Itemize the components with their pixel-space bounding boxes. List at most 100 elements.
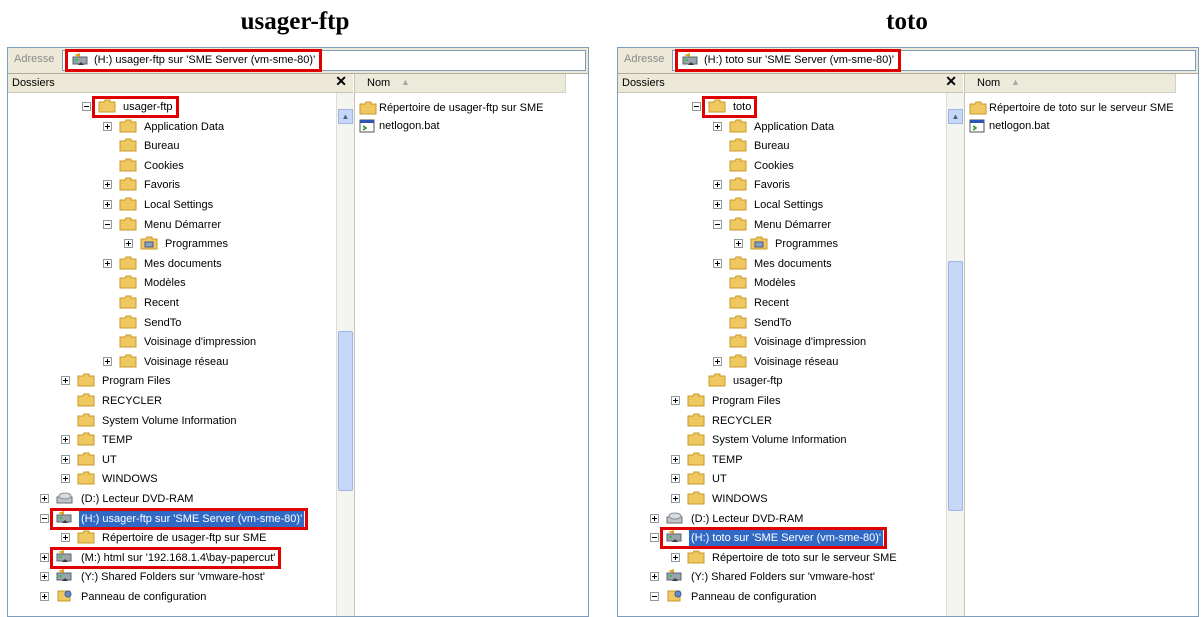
tree-item[interactable]: Local Settings — [103, 196, 336, 214]
tree-item[interactable]: (Y:) Shared Folders sur 'vmware-host' — [650, 568, 946, 586]
tree-item[interactable]: Répertoire de toto sur le serveur SME — [671, 549, 946, 567]
expand-icon[interactable] — [713, 121, 722, 131]
expand-icon[interactable] — [671, 552, 680, 562]
tree-scrollbar[interactable]: ▲ — [336, 93, 354, 616]
tree-item[interactable]: System Volume Information — [61, 412, 336, 430]
expand-icon[interactable] — [734, 239, 743, 249]
collapse-icon[interactable] — [103, 219, 112, 229]
close-icon[interactable]: ✕ — [335, 73, 347, 90]
tree-item[interactable]: (D:) Lecteur DVD-RAM — [650, 510, 946, 528]
scroll-up-icon[interactable]: ▲ — [948, 109, 963, 124]
tree-item[interactable]: (D:) Lecteur DVD-RAM — [40, 490, 336, 508]
collapse-icon[interactable] — [713, 219, 722, 229]
tree-item[interactable]: Program Files — [671, 392, 946, 410]
collapse-icon[interactable] — [650, 533, 659, 543]
tree-item[interactable]: Favoris — [713, 176, 946, 194]
tree-item[interactable]: Bureau — [103, 137, 336, 155]
expand-icon[interactable] — [61, 474, 70, 484]
expand-icon[interactable] — [61, 454, 70, 464]
address-field[interactable]: (H:) toto sur 'SME Server (vm-sme-80)' — [672, 49, 1196, 72]
expand-icon[interactable] — [650, 513, 659, 523]
expand-icon[interactable] — [61, 376, 70, 386]
tree-item[interactable]: Modèles — [713, 274, 946, 292]
tree-item[interactable]: WINDOWS — [671, 490, 946, 508]
expand-icon[interactable] — [713, 200, 722, 209]
tree-item[interactable]: Voisinage réseau — [713, 353, 946, 371]
tree-item[interactable]: Recent — [713, 294, 946, 312]
expand-icon[interactable] — [40, 572, 49, 582]
expand-icon[interactable] — [124, 239, 133, 249]
expand-icon[interactable] — [103, 200, 112, 209]
tree-scrollbar[interactable]: ▲ — [946, 93, 964, 616]
tree-item[interactable]: usager-ftp — [82, 96, 336, 118]
file-item[interactable]: netlogon.bat — [969, 118, 1050, 135]
tree-item[interactable]: Voisinage réseau — [103, 353, 336, 371]
tree-item[interactable]: RECYCLER — [671, 412, 946, 430]
tree-item[interactable]: Panneau de configuration — [40, 588, 336, 606]
tree-item[interactable]: Menu Démarrer — [103, 216, 336, 234]
tree-item[interactable]: Cookies — [103, 157, 336, 175]
scrollbar-thumb[interactable] — [338, 331, 353, 491]
tree-item[interactable]: (Y:) Shared Folders sur 'vmware-host' — [40, 568, 336, 586]
expand-icon[interactable] — [61, 435, 70, 445]
file-item[interactable]: netlogon.bat — [359, 118, 440, 135]
address-field[interactable]: (H:) usager-ftp sur 'SME Server (vm-sme-… — [62, 49, 586, 72]
expand-icon[interactable] — [671, 494, 680, 503]
scroll-up-icon[interactable]: ▲ — [338, 109, 353, 124]
tree-item[interactable]: TEMP — [61, 431, 336, 449]
tree-item[interactable]: (H:) usager-ftp sur 'SME Server (vm-sme-… — [40, 507, 336, 530]
tree-item[interactable]: SendTo — [103, 314, 336, 332]
collapse-icon[interactable] — [692, 102, 701, 111]
tree-item[interactable]: Programmes — [734, 235, 946, 253]
expand-icon[interactable] — [713, 356, 722, 366]
tree-item[interactable]: Voisinage d'impression — [103, 333, 336, 351]
expand-icon[interactable] — [103, 180, 112, 190]
tree-item[interactable]: Local Settings — [713, 196, 946, 214]
expand-icon[interactable] — [40, 592, 49, 601]
tree-item[interactable]: SendTo — [713, 314, 946, 332]
tree-item[interactable]: TEMP — [671, 451, 946, 469]
expand-icon[interactable] — [713, 258, 722, 268]
tree-item[interactable]: Bureau — [713, 137, 946, 155]
expand-icon[interactable] — [103, 356, 112, 366]
file-item[interactable]: Répertoire de toto sur le serveur SME — [969, 100, 1174, 117]
expand-icon[interactable] — [40, 494, 49, 503]
tree-item[interactable]: System Volume Information — [671, 431, 946, 449]
tree-item[interactable]: toto — [692, 96, 946, 118]
collapse-icon[interactable] — [82, 102, 91, 111]
tree-item[interactable]: Modèles — [103, 274, 336, 292]
collapse-icon[interactable] — [40, 513, 49, 523]
column-header-name[interactable]: Nom ▲ — [355, 74, 566, 93]
file-item[interactable]: Répertoire de usager-ftp sur SME — [359, 100, 543, 117]
tree-item[interactable]: Cookies — [713, 157, 946, 175]
tree-item[interactable]: Program Files — [61, 372, 336, 390]
tree-item[interactable]: WINDOWS — [61, 470, 336, 488]
expand-icon[interactable] — [671, 474, 680, 484]
expand-icon[interactable] — [40, 552, 49, 562]
expand-icon[interactable] — [650, 572, 659, 582]
expand-icon[interactable] — [671, 396, 680, 405]
scrollbar-thumb[interactable] — [948, 261, 963, 511]
tree-item[interactable]: Répertoire de usager-ftp sur SME — [61, 529, 336, 547]
column-header-name[interactable]: Nom ▲ — [965, 74, 1176, 93]
tree-item[interactable]: UT — [61, 451, 336, 469]
tree-item[interactable]: Recent — [103, 294, 336, 312]
tree-item[interactable]: Programmes — [124, 235, 336, 253]
tree-item[interactable]: Mes documents — [103, 255, 336, 273]
tree-item[interactable]: RECYCLER — [61, 392, 336, 410]
tree-item[interactable]: (H:) toto sur 'SME Server (vm-sme-80)' — [650, 527, 946, 550]
tree-item[interactable]: UT — [671, 470, 946, 488]
tree-item[interactable]: Application Data — [103, 118, 336, 136]
tree-item[interactable]: Menu Démarrer — [713, 216, 946, 234]
expand-icon[interactable] — [103, 258, 112, 268]
tree-item[interactable]: Application Data — [713, 118, 946, 136]
tree-item[interactable]: Favoris — [103, 176, 336, 194]
tree-item[interactable]: Panneau de configuration — [650, 588, 946, 606]
collapse-icon[interactable] — [650, 592, 659, 601]
expand-icon[interactable] — [103, 121, 112, 131]
tree-item[interactable]: usager-ftp — [692, 372, 946, 390]
expand-icon[interactable] — [713, 180, 722, 190]
tree-item[interactable]: Mes documents — [713, 255, 946, 273]
tree-item[interactable]: (M:) html sur '192.168.1.4\bay-papercut' — [40, 546, 336, 569]
tree-item[interactable]: Voisinage d'impression — [713, 333, 946, 351]
